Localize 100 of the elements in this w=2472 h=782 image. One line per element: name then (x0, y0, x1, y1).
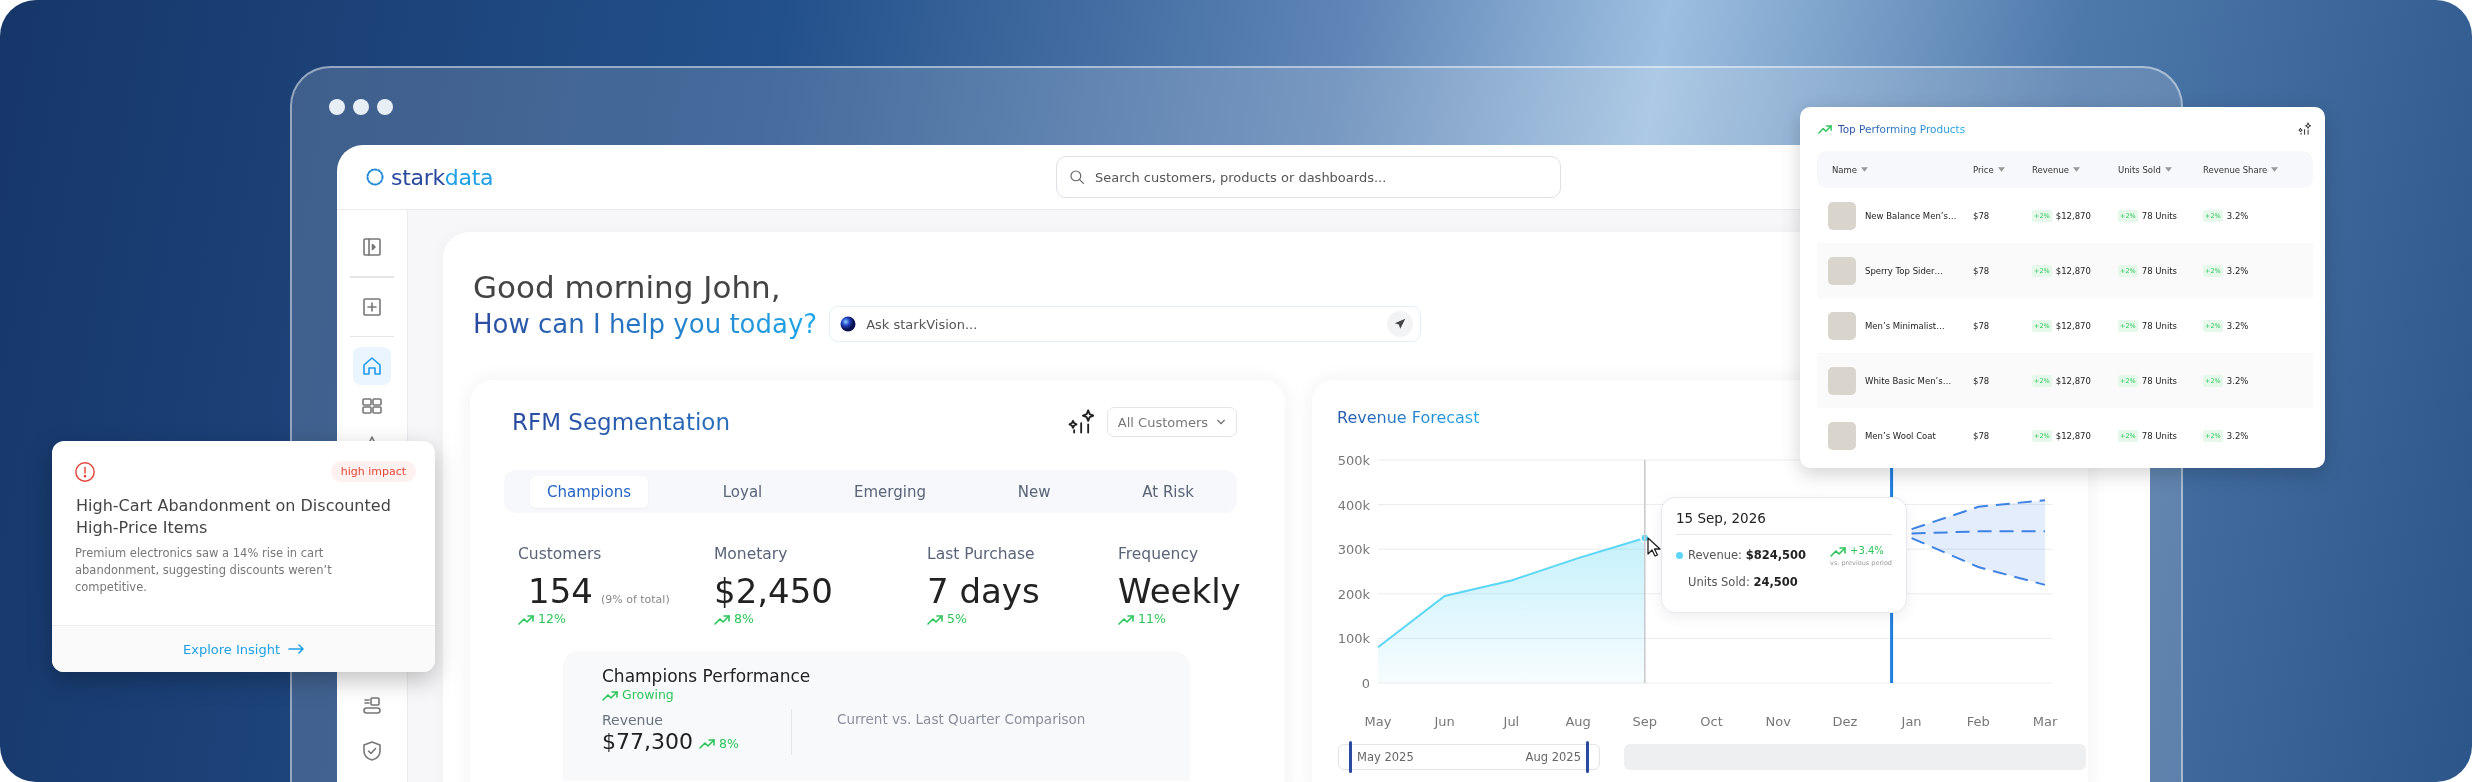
metric-label: Revenue (602, 711, 664, 729)
range-handle[interactable] (1349, 741, 1352, 773)
panel-toggle-icon (360, 235, 384, 259)
table-cell: 78 Units (2141, 430, 2177, 441)
trend-value: 11% (1138, 611, 1166, 627)
ask-field[interactable]: Ask starkVision... (829, 306, 1422, 342)
trend-up-icon (518, 613, 534, 625)
table-cell: 78 Units (2141, 375, 2177, 386)
caret-down-icon (1861, 167, 1869, 172)
x-axis-label: Sep (1632, 714, 1658, 729)
metric-label: Frequency (1118, 544, 1200, 565)
range-selector[interactable]: May 2025 Aug 2025 (1338, 744, 1600, 770)
window-dot[interactable] (329, 98, 345, 115)
x-axis-label: Feb (1966, 714, 1990, 729)
x-axis-label: Dez (1832, 714, 1858, 729)
trend-value: Growing (622, 687, 674, 703)
y-axis-label: 300k (1337, 542, 1370, 558)
range-start-label: May 2025 (1357, 750, 1414, 764)
table-cell: 78 Units (2141, 265, 2177, 276)
x-axis-label: Jun (1434, 714, 1455, 729)
table-cell: $78 (1973, 430, 1990, 441)
range-end-label: Aug 2025 (1525, 750, 1581, 764)
column-header[interactable]: Price (1973, 164, 2032, 175)
x-axis-label: Jan (1901, 714, 1922, 729)
column-header[interactable]: Revenue Share (2203, 164, 2313, 175)
trend-value: +3.4% (1850, 544, 1884, 558)
table-cell: 3.2% (2226, 375, 2249, 386)
table-cell: 78 Units (2141, 320, 2177, 331)
metric-value: $2,450 (714, 571, 833, 611)
logo-text: starkdata (391, 164, 494, 190)
segment-tab[interactable]: At Risk (1125, 475, 1211, 508)
window-dot[interactable] (377, 98, 393, 115)
photo-placeholder (1828, 201, 1856, 230)
caret-down-icon (2073, 167, 2081, 172)
table-cell: 3.2% (2226, 320, 2249, 331)
x-axis-label: Nov (1765, 714, 1791, 729)
customer-filter-dropdown[interactable]: All Customers (1106, 407, 1237, 437)
table-cell: $12,870 (2055, 430, 2091, 441)
alert-icon (74, 461, 96, 483)
range-handle[interactable] (1586, 741, 1589, 773)
x-axis-label: Aug (1565, 714, 1591, 729)
impact-badge: high impact (330, 461, 416, 482)
metric-value: Weekly (1118, 571, 1241, 611)
column-header[interactable]: Revenue (2032, 164, 2118, 175)
insight-title: High-Cart Abandonment on Discounted High-Price Items (76, 495, 392, 539)
y-axis-label: 400k (1337, 497, 1370, 513)
trend-value: 8% (719, 735, 739, 752)
table-cell: 3.2% (2226, 430, 2249, 441)
segment-tab[interactable]: Loyal (705, 475, 780, 508)
trend-up-icon (927, 613, 943, 625)
x-axis-label: May (1364, 714, 1392, 729)
caret-down-icon (1997, 167, 2005, 172)
metric-value: 7 days (927, 571, 1040, 611)
y-axis-label: 100k (1337, 631, 1370, 647)
table-cell: $78 (1973, 265, 1990, 276)
trend-up-icon (602, 689, 618, 701)
photo-placeholder (1828, 366, 1856, 395)
product-name: White Basic Men’s… (1865, 375, 1952, 386)
photo-placeholder (1828, 421, 1856, 450)
window-dot[interactable] (353, 98, 369, 115)
trend-up-icon (1818, 124, 1832, 134)
series-dot (1676, 551, 1683, 559)
trend-up-icon (699, 738, 715, 749)
product-name: Men’s Minimalist… (1865, 320, 1945, 331)
segment-tab[interactable]: New (1000, 475, 1068, 508)
insight-description: Premium electronics saw a 14% rise in cart abandonment, suggesting discounts weren’t competitive. (75, 545, 333, 596)
metric-value: 154 (528, 571, 593, 611)
logo-icon (365, 167, 385, 187)
segment-tab[interactable]: Champions (530, 475, 648, 508)
metric-label: Last Purchase (927, 544, 1036, 565)
photo-placeholder (1828, 311, 1856, 340)
metric-note: (9% of total) (600, 593, 670, 606)
tooltip-date: 15 Sep, 2026 (1676, 508, 1892, 535)
x-axis-label: Jul (1503, 714, 1520, 729)
product-name: Men’s Wool Coat (1865, 430, 1936, 441)
photo-placeholder (1828, 256, 1856, 285)
column-header[interactable]: Units Sold (2118, 164, 2203, 175)
y-axis-label: 0 (1361, 676, 1370, 691)
home-icon (360, 354, 384, 378)
metric-label: Monetary (714, 544, 789, 565)
table-cell: 3.2% (2226, 265, 2249, 276)
y-axis-label: 500k (1337, 453, 1370, 468)
column-header[interactable]: Name (1817, 164, 1973, 175)
sidebar-button[interactable] (353, 347, 391, 385)
segment-tab[interactable]: Emerging (837, 475, 943, 508)
x-axis-label: Mar (2032, 714, 2058, 729)
product-name: New Balance Men’s… (1865, 210, 1957, 221)
trend-up-icon (1830, 545, 1847, 557)
shield-icon (360, 739, 384, 763)
table-cell: $78 (1973, 210, 1990, 221)
table-cell: $12,870 (2055, 210, 2091, 221)
search-field[interactable]: Search customers, products or dashboards... (1056, 156, 1561, 198)
trend-value: 8% (734, 611, 754, 627)
chevron-down-icon (1216, 417, 1226, 427)
trend-value: 5% (947, 611, 967, 627)
greeting-title: Good morning John, (473, 268, 781, 306)
trend-up-icon (1118, 613, 1134, 625)
trend-up-icon (714, 613, 730, 625)
metric-label: Customers (518, 544, 603, 565)
trend-value: 12% (538, 611, 566, 627)
